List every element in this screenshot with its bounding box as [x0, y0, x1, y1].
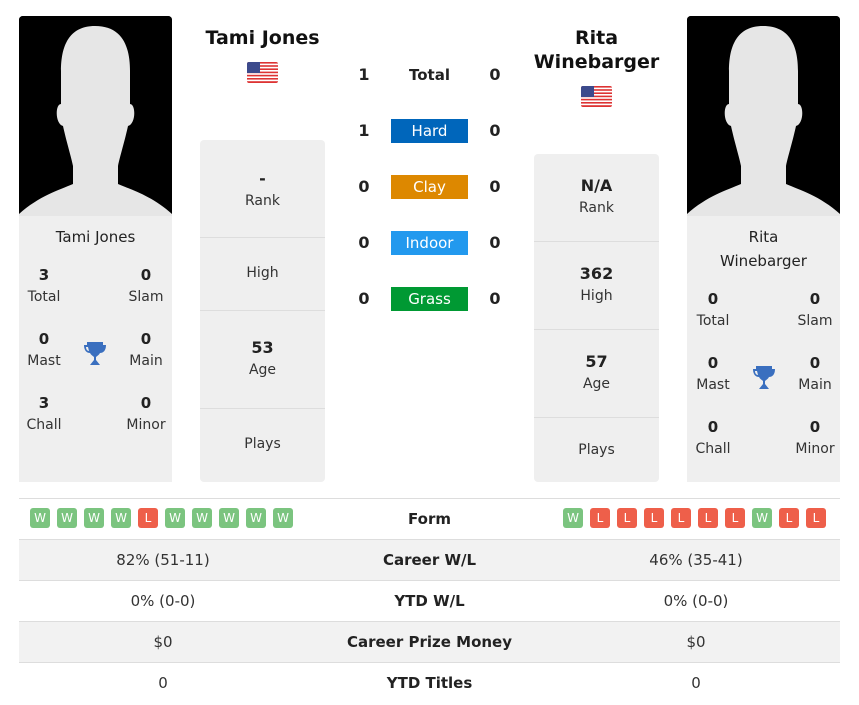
player1-card: Tami Jones 3 Total 0 Slam 0 Mast 0 Main 3 Cha…: [19, 216, 172, 482]
form-win-badge[interactable]: W: [165, 508, 185, 528]
p1-title-main: 0 Main: [129, 330, 163, 369]
p1-title-mast: 0 Mast: [27, 330, 61, 369]
p1-plays: Plays: [244, 436, 281, 452]
stats-row-ytd-titles: 0 YTD Titles 0: [19, 662, 840, 703]
p2-title-mast: 0 Mast: [696, 354, 730, 393]
form-win-badge[interactable]: W: [192, 508, 212, 528]
surface-clay-badge: Clay: [391, 175, 468, 199]
player2-name-heading[interactable]: Rita Winebarger: [524, 26, 669, 74]
p2-title-slam: 0 Slam: [797, 290, 833, 329]
p1-title-slam: 0 Slam: [128, 266, 164, 305]
p2-age: 57 Age: [534, 330, 659, 418]
form-win-badge[interactable]: W: [219, 508, 239, 528]
stats-row-form: WWWWLWWWWW Form WLLLLLLWLL: [19, 498, 840, 539]
h2h-total: 1 Total 0: [358, 65, 501, 84]
us-flag-icon: [247, 62, 278, 83]
player1-form: WWWWLWWWWW: [30, 508, 293, 528]
form-win-badge[interactable]: W: [752, 508, 772, 528]
p2-title-main: 0 Main: [798, 354, 832, 393]
form-win-badge[interactable]: W: [84, 508, 104, 528]
p1-title-chall: 3 Chall: [26, 394, 62, 433]
stats-row-career-wl: 82% (51-11) Career W/L 46% (35-41): [19, 539, 840, 580]
p2-title-chall: 0 Chall: [695, 418, 731, 457]
trophy-icon: [84, 342, 106, 365]
p2-title-total: 0 Total: [696, 290, 730, 329]
form-win-badge[interactable]: W: [273, 508, 293, 528]
p2-high: 362 High: [534, 242, 659, 330]
player1-info-box: - Rank High 53 Age Plays: [200, 140, 325, 482]
h2h-grass: 0 Grass 0: [340, 287, 520, 311]
player1-name-heading[interactable]: Tami Jones: [200, 26, 325, 50]
h2h-hard: 1 Hard 0: [340, 119, 520, 143]
player2-photo: [687, 16, 840, 216]
p2-rank: N/A Rank: [534, 154, 659, 242]
p1-high: High: [200, 238, 325, 311]
p2-plays: Plays: [578, 442, 615, 458]
p1-age: 53 Age: [200, 311, 325, 409]
surface-indoor-badge: Indoor: [391, 231, 468, 255]
form-loss-badge[interactable]: L: [617, 508, 637, 528]
form-loss-badge[interactable]: L: [138, 508, 158, 528]
player2-titles: 0 Total 0 Slam 0 Mast 0 Main 0 Chall 0 Minor: [687, 288, 840, 468]
stats-row-ytd-wl: 0% (0-0) YTD W/L 0% (0-0): [19, 580, 840, 621]
form-win-badge[interactable]: W: [30, 508, 50, 528]
player2-card-name: Rita Winebarger: [720, 228, 807, 270]
surface-hard-badge: Hard: [391, 119, 468, 143]
form-loss-badge[interactable]: L: [806, 508, 826, 528]
form-loss-badge[interactable]: L: [725, 508, 745, 528]
form-loss-badge[interactable]: L: [779, 508, 799, 528]
form-loss-badge[interactable]: L: [671, 508, 691, 528]
p1-title-minor: 0 Minor: [126, 394, 166, 433]
h2h-clay: 0 Clay 0: [340, 175, 520, 199]
player1-card-name: Tami Jones: [55, 228, 136, 246]
player2-card: Rita Winebarger 0 Total 0 Slam 0 Mast 0 Main…: [687, 216, 840, 482]
form-loss-badge[interactable]: L: [644, 508, 664, 528]
trophy-icon: [753, 366, 775, 389]
p1-rank: - Rank: [200, 140, 325, 238]
form-win-badge[interactable]: W: [111, 508, 131, 528]
us-flag-icon: [581, 86, 612, 107]
form-win-badge[interactable]: W: [57, 508, 77, 528]
p1-title-total: 3 Total: [27, 266, 61, 305]
p2-title-minor: 0 Minor: [795, 418, 835, 457]
form-loss-badge[interactable]: L: [590, 508, 610, 528]
player2-info-box: N/A Rank 362 High 57 Age Plays: [534, 154, 659, 482]
h2h-indoor: 0 Indoor 0: [340, 231, 520, 255]
form-win-badge[interactable]: W: [246, 508, 266, 528]
player1-photo: [19, 16, 172, 216]
form-win-badge[interactable]: W: [563, 508, 583, 528]
surface-grass-badge: Grass: [391, 287, 468, 311]
player-silhouette-icon: [19, 16, 172, 216]
player1-titles: 3 Total 0 Slam 0 Mast 0 Main 3 Chall 0 Minor: [19, 264, 172, 444]
stats-row-prize: $0 Career Prize Money $0: [19, 621, 840, 662]
player-silhouette-icon: [687, 16, 840, 216]
form-loss-badge[interactable]: L: [698, 508, 718, 528]
player2-form: WLLLLLLWLL: [563, 508, 826, 528]
